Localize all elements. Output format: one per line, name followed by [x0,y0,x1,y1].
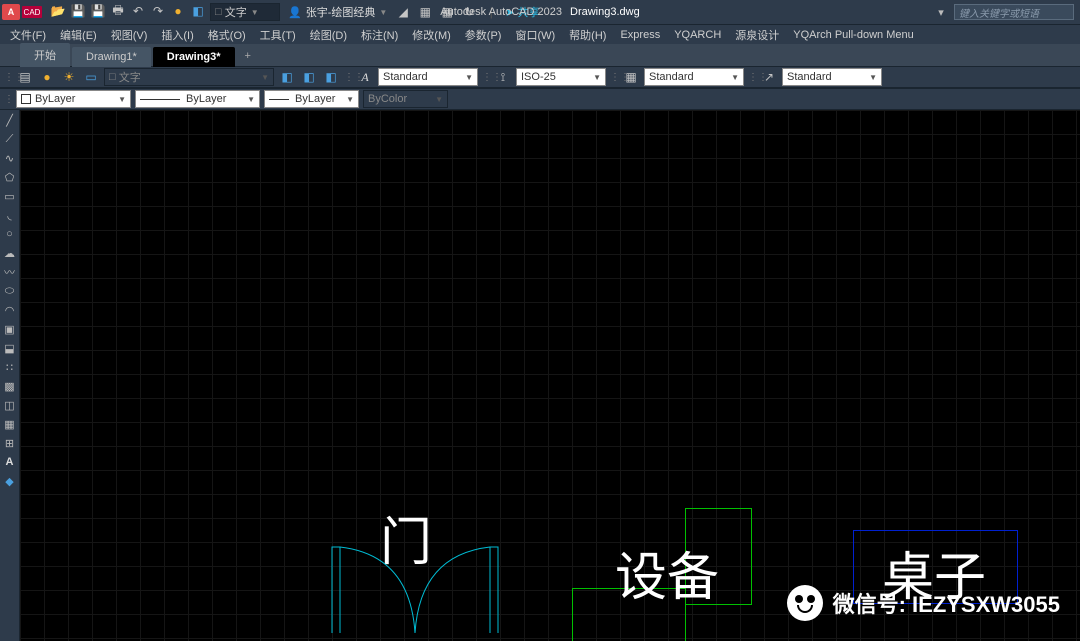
insert-tool-icon[interactable]: ⬓ [2,340,18,356]
table-style-icon[interactable]: ▦ [622,68,640,86]
layer-props-icon[interactable]: ▤ [16,68,34,86]
table-style-select[interactable]: Standard▼ [644,68,744,86]
search-input[interactable]: 键入关键字或短语 [954,4,1074,20]
layer-tool2-icon[interactable]: ◧ [300,68,318,86]
menu-view[interactable]: 视图(V) [105,25,154,45]
watermark: 微信号: IEZYSXW3055 [787,585,1060,621]
menu-bar: 文件(F) 编辑(E) 视图(V) 插入(I) 格式(O) 工具(T) 绘图(D… [0,24,1080,44]
bulb-icon[interactable]: ● [170,3,186,19]
work-area: ╱ ⟋ ∿ ⬠ ▭ ◟ ○ ☁ 〰 ⬭ ◠ ▣ ⬓ ∷ ▩ ◫ ▦ ⊞ A ◆ … [0,110,1080,641]
menu-yqarch[interactable]: YQARCH [668,27,727,43]
redo-icon[interactable]: ↷ [150,3,166,19]
tab-drawing3[interactable]: Drawing3* [153,47,235,67]
polyline-tool-icon[interactable]: ⟋ [2,131,18,147]
undo-icon[interactable]: ↶ [130,3,146,19]
document-tabs: 开始 Drawing1* Drawing3* + [0,44,1080,66]
text-style-icon[interactable]: A [356,68,374,86]
grip-icon-6[interactable]: ⋮⋮ [4,94,12,105]
saveas-icon[interactable]: 💾 [90,3,106,19]
grip-icon-4[interactable]: ⋮⋮ [610,72,618,83]
menu-express[interactable]: Express [614,27,666,43]
menu-draw[interactable]: 绘图(D) [304,25,353,45]
user-icon[interactable]: 👤 [288,6,302,19]
spline-tool-icon[interactable]: ∿ [2,150,18,166]
watermark-text: 微信号: IEZYSXW3055 [833,587,1060,619]
mleader-style-icon[interactable]: ↗ [760,68,778,86]
toolbar-styles: ⋮⋮ ▤ ● ☀ ▭ □ 文字▼ ◧ ◧ ◧ ⋮⋮ A Standard▼ ⋮⋮… [0,66,1080,88]
save-icon[interactable]: 💾 [70,3,86,19]
dim-style-icon[interactable]: ⟟ [494,68,512,86]
block-tool-icon[interactable]: ▣ [2,321,18,337]
autodesk-icon[interactable]: ◢ [395,4,411,20]
tab-start[interactable]: 开始 [20,43,70,67]
layer-freeze-icon[interactable]: ☀ [60,68,78,86]
rectangle-tool-icon[interactable]: ▭ [2,188,18,204]
menu-yuanquan[interactable]: 源泉设计 [729,25,785,45]
ellipse-arc-tool-icon[interactable]: ◠ [2,302,18,318]
door-block [330,540,500,635]
menu-tools[interactable]: 工具(T) [254,25,302,45]
dim-style-select[interactable]: ISO-25▼ [516,68,606,86]
table-tool-icon[interactable]: ⊞ [2,435,18,451]
spline2-tool-icon[interactable]: 〰 [2,264,18,280]
text-tool-icon[interactable]: A [2,454,18,470]
menu-dimension[interactable]: 标注(N) [355,25,404,45]
app-icon[interactable]: A [2,4,20,20]
combo-label: 文字 [225,4,247,20]
cloud-icon[interactable]: ▦ [417,4,433,20]
revcloud-tool-icon[interactable]: ☁ [2,245,18,261]
grip-icon[interactable]: ⋮⋮ [4,72,12,83]
cad-badge: CAD [22,6,42,18]
layer-on-icon[interactable]: ● [38,68,56,86]
menu-edit[interactable]: 编辑(E) [54,25,103,45]
tab-drawing1[interactable]: Drawing1* [72,47,151,67]
annotation-style-select[interactable]: □ 文字▼ [104,68,274,86]
quick-access-toolbar: 📂 💾 💾 🖶 ↶ ↷ ● ◧ □ 文字▼ [46,3,284,21]
line-tool-icon[interactable]: ╱ [2,112,18,128]
menu-help[interactable]: 帮助(H) [563,25,612,45]
menu-parametric[interactable]: 参数(P) [459,25,508,45]
mleader-style-select[interactable]: Standard▼ [782,68,882,86]
color-select[interactable]: ByLayer▼ [16,90,131,108]
grip-icon-5[interactable]: ⋮⋮ [748,72,756,83]
point-tool-icon[interactable]: ∷ [2,359,18,375]
polygon-tool-icon[interactable]: ⬠ [2,169,18,185]
hatch-tool-icon[interactable]: ▩ [2,378,18,394]
text-style-combo[interactable]: □ 文字▼ [210,3,280,21]
window-title: Autodesk AutoCAD 2023Drawing3.dwg [440,6,639,18]
layer-lock-icon[interactable]: ▭ [82,68,100,86]
layer-tool3-icon[interactable]: ◧ [322,68,340,86]
grip-icon-3[interactable]: ⋮⋮ [482,72,490,83]
circle-tool-icon[interactable]: ○ [2,226,18,242]
drawing-canvas[interactable]: 门 设备 桌子 微信号: IEZYSXW3055 [20,110,1080,641]
region-tool-icon[interactable]: ▦ [2,416,18,432]
menu-file[interactable]: 文件(F) [4,25,52,45]
plot-icon[interactable]: 🖶 [110,3,126,19]
text-style-select[interactable]: Standard▼ [378,68,478,86]
draw-toolbar: ╱ ⟋ ∿ ⬠ ▭ ◟ ○ ☁ 〰 ⬭ ◠ ▣ ⬓ ∷ ▩ ◫ ▦ ⊞ A ◆ [0,110,20,641]
menu-modify[interactable]: 修改(M) [406,25,457,45]
toolbar-properties: ⋮⋮ ByLayer▼ ByLayer▼ ByLayer▼ ByColor▼ [0,88,1080,110]
grip-icon-2[interactable]: ⋮⋮ [344,72,352,83]
lineweight-select[interactable]: ByLayer▼ [264,90,359,108]
title-bar: A CAD 📂 💾 💾 🖶 ↶ ↷ ● ◧ □ 文字▼ 👤 张宇-绘图经典 ▼ … [0,0,1080,24]
layer-icon[interactable]: ◧ [190,3,206,19]
ellipse-tool-icon[interactable]: ⬭ [2,283,18,299]
plot-style-select[interactable]: ByColor▼ [363,90,448,108]
menu-format[interactable]: 格式(O) [202,25,252,45]
gradient-tool-icon[interactable]: ◫ [2,397,18,413]
arc-tool-icon[interactable]: ◟ [2,207,18,223]
linetype-select[interactable]: ByLayer▼ [135,90,260,108]
open-icon[interactable]: 📂 [50,3,66,19]
menu-window[interactable]: 窗口(W) [509,25,561,45]
wechat-icon [787,585,823,621]
help-dd-icon[interactable]: ▾ [934,5,948,19]
new-tab-button[interactable]: + [237,46,259,66]
menu-insert[interactable]: 插入(I) [155,25,199,45]
layer-tool1-icon[interactable]: ◧ [278,68,296,86]
addline-tool-icon[interactable]: ◆ [2,473,18,489]
user-label: 张宇-绘图经典 [306,4,376,20]
equipment-label: 设备 [615,535,719,610]
menu-yqarch-pd[interactable]: YQArch Pull-down Menu [787,27,919,43]
